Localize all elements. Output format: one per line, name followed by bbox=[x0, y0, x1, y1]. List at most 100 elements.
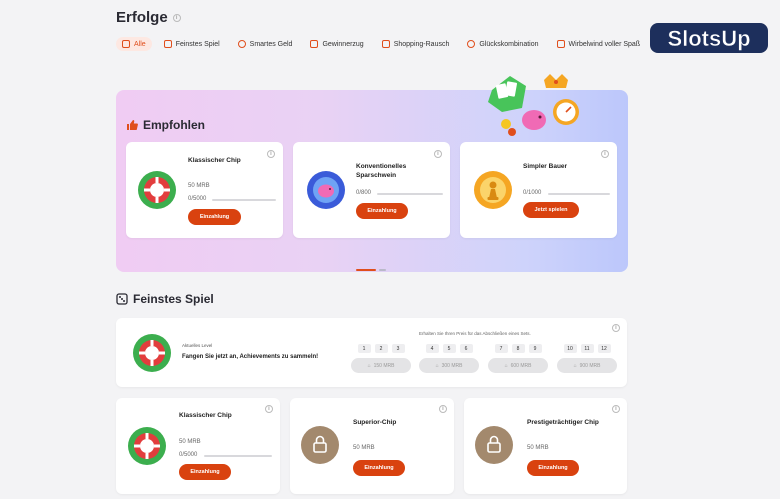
lock-icon bbox=[313, 435, 327, 453]
card-title: Konventionelles Sparschwein bbox=[356, 163, 407, 179]
jetzt-spielen-button[interactable]: Jetzt spielen bbox=[523, 202, 579, 218]
card-title: Simpler Bauer bbox=[523, 163, 568, 170]
tab-glueckskombination[interactable]: Glückskombination bbox=[461, 37, 544, 51]
car-icon bbox=[556, 40, 565, 48]
level-reward-button[interactable]: ⌂ 600 MRB bbox=[488, 358, 548, 373]
feinstes-spiel-heading: Feinstes Spiel bbox=[116, 292, 214, 306]
carousel-dot[interactable] bbox=[379, 269, 386, 271]
achievement-card: i Klassischer Chip 50 MRB 0/5000 Einzahl… bbox=[126, 142, 283, 238]
dice-icon bbox=[116, 293, 128, 305]
achievement-card: i Simpler Bauer 0/1000 Jetzt spielen bbox=[460, 142, 617, 238]
tab-feinstes-spiel[interactable]: Feinstes Spiel bbox=[158, 37, 226, 51]
achievement-card: i Klassischer Chip 50 MRB 0/5000 Einzahl… bbox=[116, 398, 280, 494]
info-icon[interactable]: i bbox=[265, 405, 273, 413]
tab-label: Shopping-Rausch bbox=[393, 40, 450, 48]
locked-achievement-icon bbox=[475, 426, 513, 464]
info-icon[interactable]: i bbox=[439, 405, 447, 413]
tab-label: Glückskombination bbox=[479, 40, 539, 48]
tab-shopping-rausch[interactable]: Shopping-Rausch bbox=[376, 37, 456, 51]
info-icon[interactable]: i bbox=[612, 405, 620, 413]
einzahlung-button[interactable]: Einzahlung bbox=[188, 209, 241, 225]
info-icon[interactable]: i bbox=[434, 150, 442, 158]
level-reward-button[interactable]: ⌂ 150 MRB bbox=[351, 358, 411, 373]
piggy-bank-icon bbox=[522, 110, 546, 130]
trophy-icon bbox=[310, 40, 319, 48]
level-number: 9 bbox=[528, 344, 542, 353]
level-label: Aktuelles Level bbox=[182, 343, 213, 348]
tab-label: Feinstes Spiel bbox=[175, 40, 220, 48]
card-title: Superior-Chip bbox=[353, 419, 397, 426]
reward-text: 600 MRB bbox=[510, 362, 532, 369]
info-icon[interactable]: i bbox=[267, 150, 275, 158]
level-number: 8 bbox=[511, 344, 525, 353]
achievement-card: i Superior-Chip 50 MRB Einzahlung bbox=[290, 398, 454, 494]
lock-icon: ⌂ bbox=[435, 362, 439, 369]
reward-text: 150 MRB bbox=[373, 362, 395, 369]
card-title: Klassischer Chip bbox=[188, 157, 241, 164]
thumbs-up-icon bbox=[127, 120, 138, 130]
einzahlung-button[interactable]: Einzahlung bbox=[356, 203, 408, 219]
level-number: 3 bbox=[391, 344, 405, 353]
level-message: Fangen Sie jetzt an, Achievements zu sam… bbox=[182, 354, 319, 360]
progress-bar bbox=[377, 193, 443, 195]
poker-chip-icon bbox=[128, 427, 166, 465]
level-number: 4 bbox=[425, 344, 439, 353]
info-icon[interactable]: i bbox=[612, 324, 620, 332]
level-reward-button[interactable]: ⌂ 900 MRB bbox=[557, 358, 617, 373]
page-title-text: Erfolge bbox=[116, 9, 168, 26]
stopwatch-icon bbox=[553, 99, 579, 125]
empfohlen-heading: Empfohlen bbox=[126, 118, 205, 132]
card-progress-text: 0/5000 bbox=[179, 452, 198, 458]
card-reward: 50 MRB bbox=[527, 445, 549, 451]
level-group: 7 8 9 ⌂ 600 MRB bbox=[488, 344, 548, 373]
coins-icon bbox=[237, 40, 246, 48]
lock-icon: ⌂ bbox=[504, 362, 508, 369]
coin-icon bbox=[501, 119, 511, 129]
progress-bar bbox=[204, 455, 272, 457]
level-number: 12 bbox=[597, 344, 611, 353]
info-icon[interactable]: i bbox=[601, 150, 609, 158]
crown-icon bbox=[544, 74, 568, 88]
level-number: 10 bbox=[563, 344, 577, 353]
svg-text:SlotsUp: SlotsUp bbox=[667, 26, 750, 51]
level-number: 5 bbox=[442, 344, 456, 353]
level-number: 11 bbox=[580, 344, 594, 353]
level-number: 7 bbox=[494, 344, 508, 353]
einzahlung-button[interactable]: Einzahlung bbox=[179, 464, 231, 480]
tab-gewinnerzug[interactable]: Gewinnerzug bbox=[304, 37, 369, 51]
category-tabs: Alle Feinstes Spiel Smartes Geld Gewinne… bbox=[116, 37, 646, 51]
tab-label: Smartes Geld bbox=[249, 40, 293, 48]
card-reward: 50 MRB bbox=[179, 439, 201, 445]
level-reward-button[interactable]: ⌂ 300 MRB bbox=[419, 358, 479, 373]
fire-icon bbox=[122, 40, 130, 48]
tab-smartes-geld[interactable]: Smartes Geld bbox=[232, 37, 299, 51]
einzahlung-button[interactable]: Einzahlung bbox=[353, 460, 405, 476]
level-group: 4 5 6 ⌂ 300 MRB bbox=[419, 344, 479, 373]
card-progress-text: 0/5000 bbox=[188, 196, 207, 202]
pawn-icon bbox=[474, 171, 512, 209]
carousel-dots bbox=[356, 258, 389, 276]
info-icon[interactable]: i bbox=[172, 13, 181, 22]
section-title: Empfohlen bbox=[143, 118, 205, 132]
tab-alle[interactable]: Alle bbox=[116, 37, 152, 51]
page-title: Erfolge i bbox=[116, 9, 181, 26]
level-number: 6 bbox=[459, 344, 473, 353]
lock-icon: ⌂ bbox=[367, 362, 371, 369]
chip-icon bbox=[508, 128, 516, 136]
progress-bar bbox=[212, 199, 276, 201]
tab-wirbelwind[interactable]: Wirbelwind voller Spaß bbox=[551, 37, 647, 51]
einzahlung-button[interactable]: Einzahlung bbox=[527, 460, 579, 476]
progress-bar bbox=[548, 193, 610, 195]
poker-chip-icon bbox=[133, 334, 171, 372]
level-hint: Erhalten Sie Ihren Preis für das Abschli… bbox=[419, 331, 531, 336]
locked-achievement-icon bbox=[301, 426, 339, 464]
achievement-card: i Prestigeträchtiger Chip 50 MRB Einzahl… bbox=[464, 398, 627, 494]
slotsup-logo: SlotsUp bbox=[650, 23, 768, 53]
card-title: Prestigeträchtiger Chip bbox=[527, 419, 599, 426]
achievement-card: i Konventionelles Sparschwein 0/800 Einz… bbox=[293, 142, 450, 238]
tab-label: Gewinnerzug bbox=[322, 40, 364, 48]
clover-icon bbox=[467, 40, 476, 48]
reward-text: 900 MRB bbox=[579, 362, 601, 369]
carousel-dot-active[interactable] bbox=[356, 269, 376, 271]
card-reward: 50 MRB bbox=[353, 445, 375, 451]
